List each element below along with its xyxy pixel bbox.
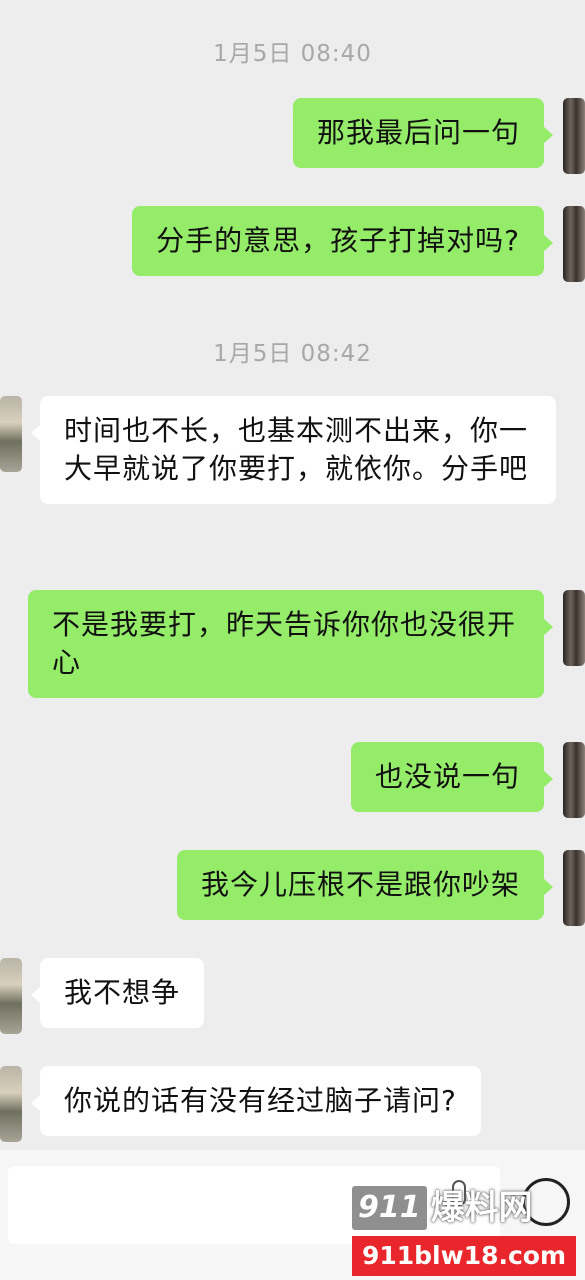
avatar-self[interactable] [563, 850, 585, 926]
message-text: 我今儿压根不是跟你吵架 [200, 868, 520, 901]
message-text: 分手的意思，孩子打掉对吗? [156, 224, 520, 257]
message-text: 不是我要打，昨天告诉你你也没很开心 [52, 608, 517, 679]
message-text: 我不想争 [64, 976, 181, 1009]
message-bubble-outgoing[interactable]: 不是我要打，昨天告诉你你也没很开心 [28, 590, 553, 698]
message-text: 你说的话有没有经过脑子请问? [64, 1084, 457, 1117]
message-bubble-outgoing[interactable]: 我今儿压根不是跟你吵架 [176, 850, 554, 920]
watermark-number: 911 [352, 1186, 427, 1230]
avatar-peer[interactable] [0, 396, 22, 472]
watermark-url: 911blw18.com [352, 1236, 576, 1276]
message-bubble-outgoing[interactable]: 分手的意思，孩子打掉对吗? [132, 206, 553, 276]
message-bubble-incoming[interactable]: 时间也不长，也基本测不出来，你一大早就说了你要打，就依你。分手吧 [31, 396, 556, 504]
message-bubble-incoming[interactable]: 你说的话有没有经过脑子请问? [31, 1066, 481, 1136]
timestamp: 1月5日 08:40 [213, 41, 372, 67]
watermark-logo: 911 爆料网 [352, 1184, 576, 1232]
message-bubble-incoming[interactable]: 我不想争 [30, 958, 205, 1028]
message-bubble-outgoing[interactable]: 也没说一句 [350, 742, 554, 812]
avatar-self[interactable] [563, 590, 585, 666]
message-bubble-outgoing[interactable]: 那我最后问一句 [292, 98, 554, 168]
message-text: 那我最后问一句 [316, 116, 520, 149]
avatar-self[interactable] [563, 98, 585, 174]
avatar-self[interactable] [563, 742, 585, 818]
message-text: 时间也不长，也基本测不出来，你一大早就说了你要打，就依你。分手吧 [64, 414, 529, 485]
timestamp: 1月5日 08:42 [213, 341, 372, 367]
avatar-peer[interactable] [0, 1066, 22, 1142]
avatar-self[interactable] [563, 206, 585, 282]
message-text: 也没说一句 [374, 760, 520, 793]
avatar-peer[interactable] [0, 958, 22, 1034]
watermark-title: 爆料网 [430, 1188, 533, 1228]
